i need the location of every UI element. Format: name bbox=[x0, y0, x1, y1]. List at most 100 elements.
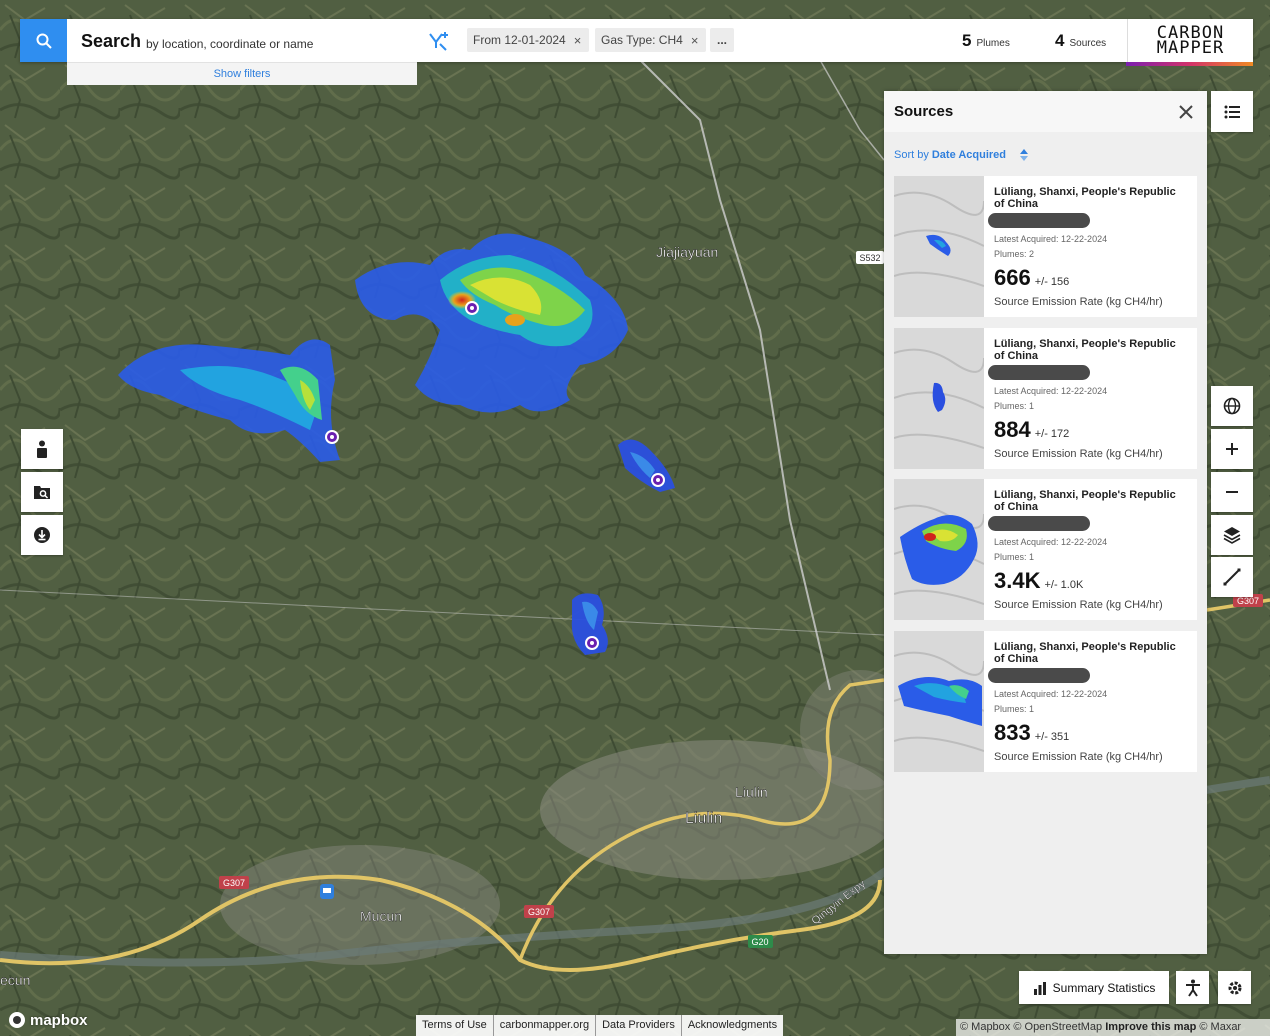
close-icon[interactable] bbox=[1176, 102, 1196, 122]
layers-icon bbox=[1223, 527, 1241, 544]
source-marker[interactable] bbox=[465, 301, 479, 315]
summary-statistics-label: Summary Statistics bbox=[1052, 980, 1156, 995]
svg-text:G307: G307 bbox=[528, 907, 550, 917]
plumes-count: Plumes: 1 bbox=[994, 401, 1035, 411]
ruler-icon bbox=[1223, 568, 1241, 586]
sort-control[interactable]: Sort by Date Acquired bbox=[894, 148, 1031, 162]
mapbox-icon bbox=[9, 1012, 25, 1028]
gear-icon bbox=[1228, 981, 1241, 994]
search-icon bbox=[36, 33, 52, 49]
minus-icon bbox=[1226, 491, 1238, 493]
bar-chart-icon bbox=[1033, 981, 1046, 995]
plumes-count: 5 Plumes bbox=[962, 31, 1010, 51]
redacted-text bbox=[988, 516, 1090, 531]
source-card[interactable]: Lüliang, Shanxi, People's Republic of Ch… bbox=[894, 176, 1197, 317]
globe-button[interactable] bbox=[1211, 386, 1253, 426]
source-card[interactable]: Lüliang, Shanxi, People's Republic of Ch… bbox=[894, 479, 1197, 620]
source-thumbnail bbox=[894, 328, 984, 469]
train-station-icon bbox=[320, 884, 334, 899]
layers-button[interactable] bbox=[1211, 515, 1253, 555]
source-card[interactable]: Lüliang, Shanxi, People's Republic of Ch… bbox=[894, 631, 1197, 772]
sort-field: Date Acquired bbox=[931, 149, 1007, 161]
person-tool-button[interactable] bbox=[21, 429, 63, 469]
emission-rate-unit: Source Emission Rate (kg CH4/hr) bbox=[994, 296, 1163, 308]
emission-rate-value: 833 bbox=[994, 720, 1031, 745]
emission-rate-uncertainty: +/- 156 bbox=[1034, 276, 1070, 288]
place-label-liulin: Liulin bbox=[685, 810, 722, 827]
acknowledgments-link[interactable]: Acknowledgments bbox=[682, 1015, 783, 1036]
accessibility-button[interactable] bbox=[1176, 971, 1209, 1004]
place-label-jiajiayuan: Jiajiayuan bbox=[656, 244, 718, 260]
plumes-count: Plumes: 2 bbox=[994, 249, 1035, 259]
settings-button[interactable] bbox=[1218, 971, 1251, 1004]
sources-panel-header: Sources bbox=[884, 91, 1207, 132]
emission-rate: 666 +/- 156 bbox=[994, 265, 1069, 291]
sources-panel: Sources Sort by Date Acquired Lüliang, S… bbox=[884, 91, 1207, 954]
plus-icon bbox=[1226, 443, 1238, 455]
improve-map-link[interactable]: Improve this map bbox=[1105, 1021, 1196, 1033]
list-view-button[interactable] bbox=[1211, 91, 1253, 132]
date-filter-chip[interactable]: From 12-01-2024 × bbox=[467, 28, 589, 52]
sources-count: 4 Sources bbox=[1055, 31, 1106, 51]
show-filters-link[interactable]: Show filters bbox=[67, 62, 417, 85]
search-folder-button[interactable] bbox=[21, 472, 63, 512]
more-filters-button[interactable]: ... bbox=[710, 28, 734, 52]
road-shield-g307: G307 bbox=[219, 876, 249, 889]
emission-rate: 3.4K +/- 1.0K bbox=[994, 568, 1083, 594]
folder-search-icon bbox=[34, 486, 50, 499]
source-marker[interactable] bbox=[585, 636, 599, 650]
svg-text:S532: S532 bbox=[859, 253, 880, 263]
redacted-text bbox=[988, 668, 1090, 683]
mapbox-wordmark: mapbox bbox=[30, 1011, 88, 1029]
carbon-mapper-logo[interactable]: CARBON MAPPER bbox=[1127, 19, 1253, 62]
zoom-in-button[interactable] bbox=[1211, 429, 1253, 469]
emission-rate-unit: Source Emission Rate (kg CH4/hr) bbox=[994, 751, 1163, 763]
summary-statistics-button[interactable]: Summary Statistics bbox=[1019, 971, 1169, 1004]
data-providers-link[interactable]: Data Providers bbox=[596, 1015, 682, 1036]
latest-acquired: Latest Acquired: 12-22-2024 bbox=[994, 386, 1108, 396]
date-filter-label: From 12-01-2024 bbox=[473, 33, 566, 47]
sort-prefix: Sort by bbox=[894, 149, 929, 161]
svg-text:G307: G307 bbox=[223, 878, 245, 888]
attribution-maxar[interactable]: © Maxar bbox=[1199, 1021, 1241, 1033]
sources-number: 4 bbox=[1055, 31, 1065, 50]
zoom-out-button[interactable] bbox=[1211, 472, 1253, 512]
download-button[interactable] bbox=[21, 515, 63, 555]
source-thumbnail bbox=[894, 631, 984, 772]
remove-date-filter-icon[interactable]: × bbox=[574, 33, 582, 48]
download-icon bbox=[34, 527, 50, 543]
footer-links: Terms of Use carbonmapper.org Data Provi… bbox=[416, 1015, 784, 1036]
emission-rate: 884 +/- 172 bbox=[994, 417, 1069, 443]
accessibility-icon bbox=[1185, 979, 1200, 997]
source-location: Lüliang, Shanxi, People's Republic of Ch… bbox=[994, 338, 1176, 362]
emission-rate-uncertainty: +/- 172 bbox=[1034, 428, 1070, 440]
measure-button[interactable] bbox=[1211, 557, 1253, 597]
source-card[interactable]: Lüliang, Shanxi, People's Republic of Ch… bbox=[894, 328, 1197, 469]
gas-filter-label: Gas Type: CH4 bbox=[601, 33, 683, 47]
search-placeholder[interactable]: by location, coordinate or name bbox=[146, 37, 313, 51]
svg-text:G20: G20 bbox=[751, 937, 768, 947]
terms-of-use-link[interactable]: Terms of Use bbox=[416, 1015, 494, 1036]
source-location: Lüliang, Shanxi, People's Republic of Ch… bbox=[994, 186, 1176, 210]
latest-acquired: Latest Acquired: 12-22-2024 bbox=[994, 537, 1108, 547]
search-title[interactable]: Search bbox=[81, 31, 141, 52]
search-button[interactable] bbox=[20, 19, 67, 62]
mapbox-logo[interactable]: mapbox bbox=[8, 1011, 88, 1029]
source-marker[interactable] bbox=[651, 473, 665, 487]
remove-gas-filter-icon[interactable]: × bbox=[691, 33, 699, 48]
attribution-mapbox-osm[interactable]: © Mapbox © OpenStreetMap bbox=[960, 1021, 1102, 1033]
plumes-count: Plumes: 1 bbox=[994, 704, 1035, 714]
emission-rate: 833 +/- 351 bbox=[994, 720, 1069, 746]
latest-acquired: Latest Acquired: 12-22-2024 bbox=[994, 234, 1108, 244]
redacted-text bbox=[988, 213, 1090, 228]
place-label-mucun: Mucun bbox=[360, 908, 402, 924]
filter-add-icon[interactable] bbox=[428, 30, 450, 52]
map-attribution: © Mapbox © OpenStreetMap Improve this ma… bbox=[956, 1019, 1270, 1036]
globe-icon bbox=[1223, 397, 1241, 415]
sort-arrows-icon bbox=[1020, 149, 1029, 161]
source-marker[interactable] bbox=[325, 430, 339, 444]
carbonmapper-link[interactable]: carbonmapper.org bbox=[494, 1015, 597, 1036]
person-icon bbox=[37, 440, 47, 458]
gas-filter-chip[interactable]: Gas Type: CH4 × bbox=[595, 28, 706, 52]
sources-panel-title: Sources bbox=[894, 103, 954, 120]
